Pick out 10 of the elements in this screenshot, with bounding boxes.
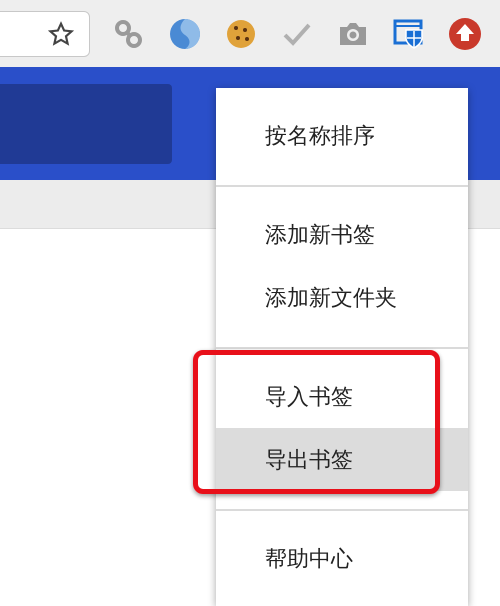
address-field[interactable] [0, 10, 90, 56]
menu-item[interactable]: 帮助中心 [216, 527, 468, 590]
menu-item[interactable]: 导入书签 [216, 365, 468, 428]
star-icon[interactable] [48, 20, 74, 46]
menu-item[interactable]: 添加新书签 [216, 203, 468, 266]
shield-window-icon[interactable] [392, 16, 426, 50]
menu-item[interactable]: 导出书签 [216, 428, 468, 491]
search-field[interactable] [0, 84, 172, 164]
menu-item[interactable]: 添加新文件夹 [216, 266, 468, 329]
s-logo-icon[interactable] [168, 16, 202, 50]
